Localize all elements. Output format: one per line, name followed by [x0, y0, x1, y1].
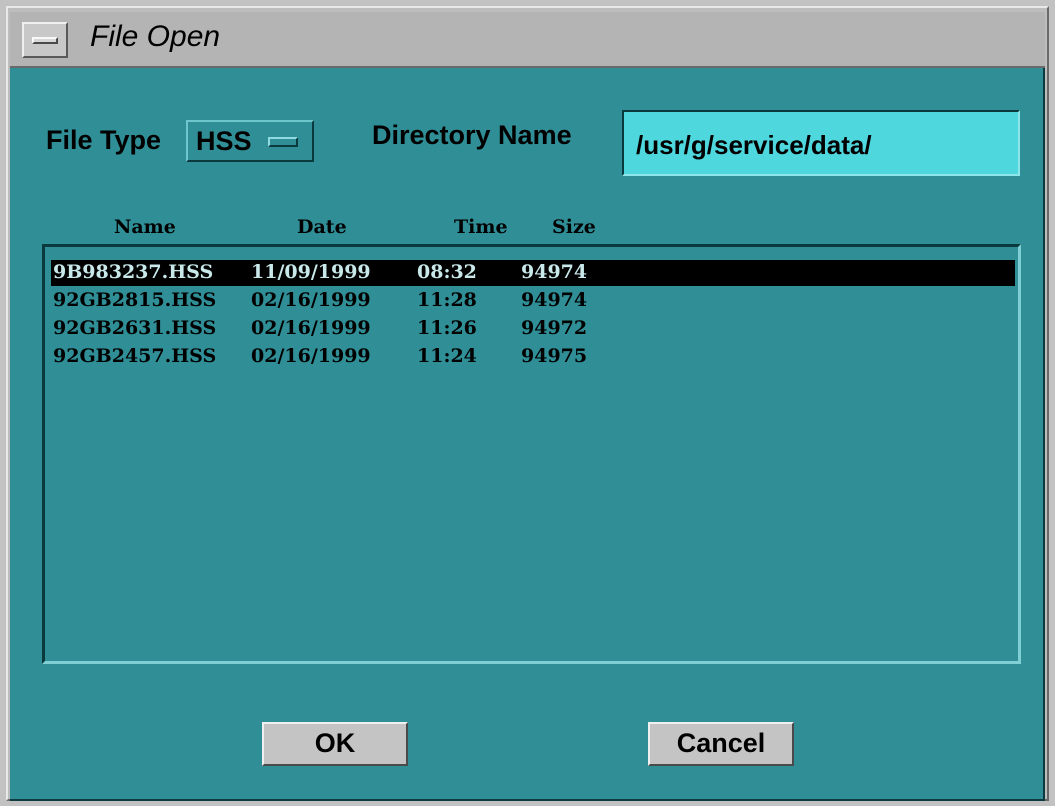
file-row[interactable]: 92GB2815.HSS 02/16/1999 11:28 94974	[51, 288, 1015, 314]
window-menu-icon	[32, 37, 58, 44]
file-row[interactable]: 92GB2457.HSS 02/16/1999 11:24 94975	[51, 344, 1015, 370]
directory-name-label: Directory Name	[372, 120, 572, 150]
file-time: 11:24	[417, 345, 477, 367]
window-menu-button[interactable]	[22, 22, 68, 58]
file-date: 11/09/1999	[251, 261, 371, 283]
file-date: 02/16/1999	[251, 289, 371, 311]
column-header-time[interactable]: Time	[454, 216, 508, 238]
ok-button[interactable]: OK	[262, 722, 408, 766]
file-size: 94972	[521, 317, 588, 339]
option-menu-indicator-icon	[268, 137, 298, 147]
window-title: File Open	[90, 20, 221, 53]
file-open-dialog: File Open File Type HSS Directory Name /…	[0, 0, 1055, 806]
file-name: 92GB2815.HSS	[53, 289, 217, 311]
file-time: 11:28	[417, 289, 477, 311]
column-header-size[interactable]: Size	[552, 216, 596, 238]
file-name: 9B983237.HSS	[53, 261, 214, 283]
file-type-value: HSS	[196, 126, 252, 156]
file-name: 92GB2457.HSS	[53, 345, 217, 367]
file-size: 94975	[521, 345, 588, 367]
file-name: 92GB2631.HSS	[53, 317, 217, 339]
file-type-label: File Type	[46, 125, 162, 155]
file-row[interactable]: 92GB2631.HSS 02/16/1999 11:26 94972	[51, 316, 1015, 342]
file-type-option-menu[interactable]: HSS	[186, 120, 314, 162]
file-size: 94974	[521, 261, 588, 283]
dialog-body: File Type HSS Directory Name /usr/g/serv…	[10, 68, 1045, 801]
directory-name-field[interactable]: /usr/g/service/data/	[622, 110, 1020, 176]
file-time: 11:26	[417, 317, 477, 339]
cancel-button[interactable]: Cancel	[648, 722, 794, 766]
file-date: 02/16/1999	[251, 317, 371, 339]
file-row[interactable]: 9B983237.HSS 11/09/1999 08:32 94974	[51, 260, 1015, 286]
column-header-name[interactable]: Name	[114, 216, 176, 238]
file-size: 94974	[521, 289, 588, 311]
file-time: 08:32	[417, 261, 477, 283]
title-bar[interactable]: File Open	[10, 12, 1045, 68]
column-header-date[interactable]: Date	[297, 216, 347, 238]
file-list[interactable]: 9B983237.HSS 11/09/1999 08:32 94974 92GB…	[42, 244, 1021, 664]
file-date: 02/16/1999	[251, 345, 371, 367]
